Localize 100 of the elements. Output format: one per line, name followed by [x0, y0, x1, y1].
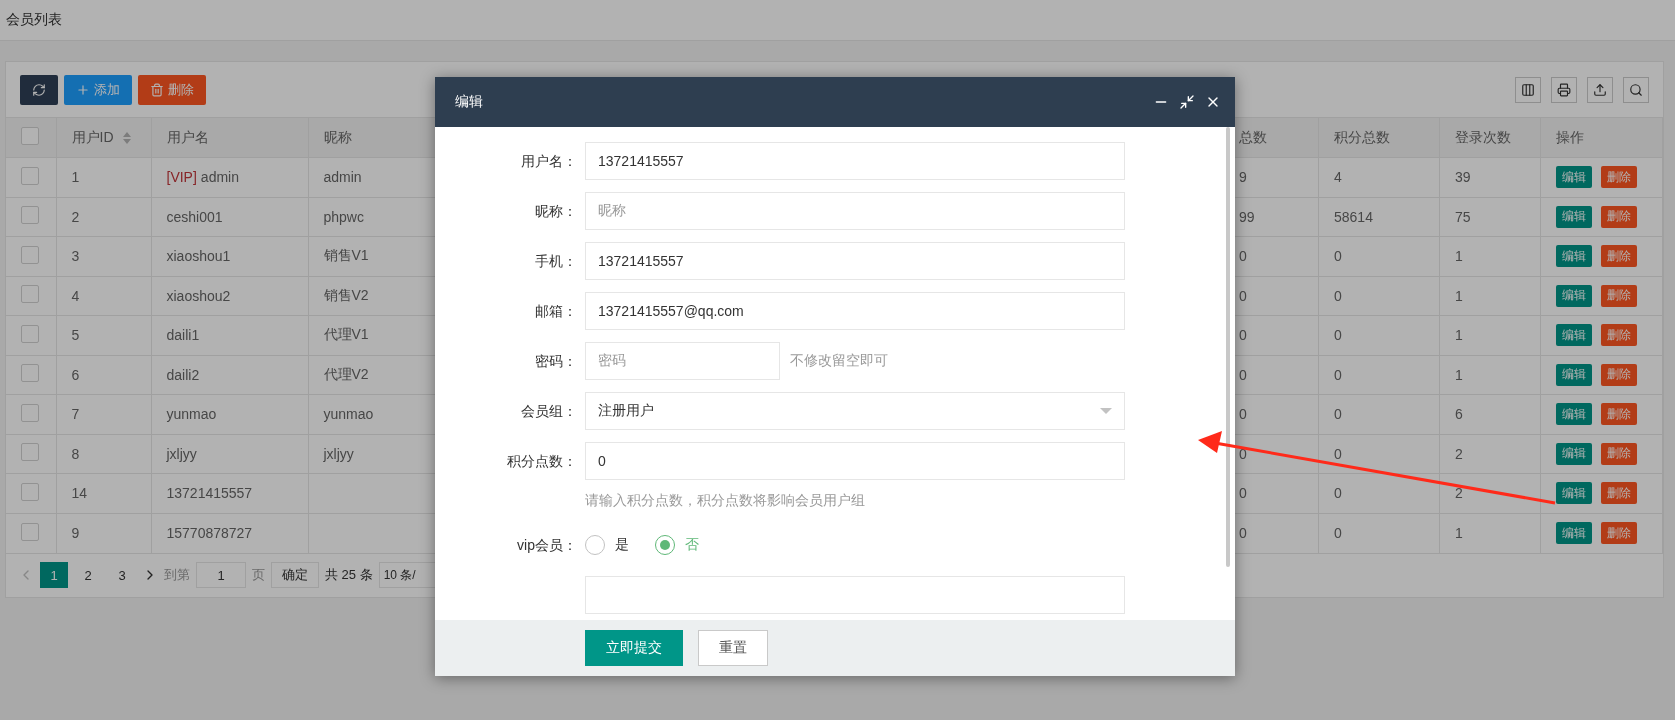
export-icon[interactable] [1587, 76, 1613, 103]
page-input[interactable]: 1 [196, 562, 246, 588]
checkbox[interactable] [21, 403, 39, 422]
delete-icon [150, 82, 164, 97]
edit-button[interactable]: 编辑 [1556, 245, 1592, 268]
table-cell: 9 [1239, 169, 1247, 186]
edit-button[interactable]: 编辑 [1556, 442, 1592, 465]
delete-button[interactable]: 删除 [1601, 205, 1637, 228]
table-cell: admin [323, 169, 362, 186]
edit-button[interactable]: 编辑 [1556, 522, 1592, 544]
table-cell: jxljyy [166, 445, 197, 462]
input-field[interactable]: 13721415557 [585, 142, 1125, 180]
page-button[interactable]: 1 [40, 562, 68, 588]
page-button[interactable]: 2 [74, 562, 102, 588]
refresh-button[interactable] [20, 74, 58, 105]
checkbox[interactable] [21, 285, 39, 304]
table-cell: 0 [1334, 406, 1342, 423]
table-cell: 0 [1334, 287, 1342, 304]
checkbox[interactable] [21, 324, 39, 343]
table-cell: 58614 [1334, 208, 1373, 225]
table-cell: yunmao [323, 406, 374, 423]
hint-text: 不修改留空即可 [790, 352, 888, 370]
table-cell: 0 [1239, 445, 1247, 462]
delete-button[interactable]: 删除 [1601, 482, 1637, 505]
field-label: 手机： [534, 252, 578, 271]
delete-button[interactable]: 删除 [1601, 522, 1637, 544]
edit-button[interactable]: 编辑 [1556, 363, 1592, 386]
table-cell: 1 [71, 169, 80, 186]
page-title: 会员列表 [6, 11, 62, 29]
table-cell: 14 [71, 485, 88, 502]
help-text: 请输入积分点数，积分点数将影响会员用户组 [585, 492, 866, 510]
page-button[interactable]: 3 [108, 562, 136, 588]
delete-button[interactable]: 删除 [1601, 284, 1637, 307]
checkbox[interactable] [21, 443, 39, 462]
edit-button[interactable]: 编辑 [1556, 324, 1592, 347]
edit-button[interactable]: 编辑 [1556, 482, 1592, 505]
input-field[interactable]: 昵称 [585, 192, 1125, 230]
field-label: 密码： [534, 352, 578, 371]
confirm-button[interactable]: 确定 [271, 562, 319, 588]
table-cell: 4 [1334, 169, 1342, 186]
reset-button[interactable]: 重置 [698, 630, 768, 666]
table-cell: 3 [71, 248, 80, 265]
goto-label: 到第 [164, 566, 190, 584]
table-cell: phpwc [323, 208, 364, 225]
delete-button[interactable]: 删除 [1601, 245, 1637, 268]
delete-button[interactable]: 删除 [1601, 403, 1637, 426]
delete-button[interactable]: 删除 [138, 74, 206, 105]
input-field[interactable]: 13721415557@qq.com [585, 292, 1125, 330]
table-cell: 0 [1239, 248, 1247, 265]
print-icon[interactable] [1551, 76, 1577, 103]
total-count: 共 25 条 [325, 566, 373, 584]
table-cell: 销售V1 [323, 247, 369, 264]
input-field[interactable] [585, 576, 1125, 614]
table-cell: 0 [1239, 287, 1247, 304]
table-cell: 2 [1455, 485, 1463, 502]
add-button[interactable]: 添加 [64, 74, 132, 105]
delete-button[interactable]: 删除 [1601, 442, 1637, 465]
field-label: vip会员： [516, 536, 578, 555]
submit-button[interactable]: 立即提交 [585, 630, 683, 666]
delete-button[interactable]: 删除 [1601, 324, 1637, 347]
delete-button[interactable]: 删除 [1601, 166, 1637, 189]
table-cell: daili2 [166, 366, 200, 383]
input-field[interactable]: 0 [585, 442, 1125, 480]
scrollbar[interactable] [1226, 127, 1230, 567]
dialog-title: 编辑 [455, 93, 483, 111]
column-header: 昵称 [323, 128, 352, 145]
delete-button[interactable]: 删除 [1601, 363, 1637, 386]
table-cell: 0 [1239, 485, 1247, 502]
checkbox[interactable] [21, 166, 39, 185]
checkbox[interactable] [21, 245, 39, 264]
table-cell: 0 [1334, 366, 1342, 383]
checkbox[interactable] [21, 206, 39, 225]
input-field[interactable]: 密码 [585, 342, 780, 380]
column-header: 登录次数 [1455, 128, 1511, 145]
edit-button[interactable]: 编辑 [1556, 205, 1592, 228]
input-field[interactable]: 13721415557 [585, 242, 1125, 280]
table-cell: 0 [1239, 406, 1247, 423]
table-cell: 2 [71, 208, 80, 225]
table-cell: 99 [1239, 208, 1255, 225]
restore-icon[interactable] [1179, 94, 1195, 110]
table-cell: 13721415557 [166, 485, 253, 502]
field-label: 会员组： [520, 402, 578, 421]
columns-icon[interactable] [1515, 76, 1541, 103]
table-cell: 1 [1455, 287, 1463, 304]
select-field[interactable]: 注册用户 [585, 392, 1125, 430]
edit-button[interactable]: 编辑 [1556, 284, 1592, 307]
search-icon[interactable] [1623, 76, 1649, 103]
radio-option[interactable]: 是 [585, 535, 629, 555]
table-cell: 9 [71, 525, 80, 541]
table-cell: 1 [1455, 525, 1463, 541]
edit-button[interactable]: 编辑 [1556, 403, 1592, 426]
checkbox[interactable] [21, 364, 39, 383]
column-header: 用户名 [166, 128, 209, 145]
sort-icon[interactable] [121, 130, 132, 145]
checkbox[interactable] [21, 482, 39, 501]
checkbox[interactable] [21, 522, 39, 541]
table-cell: 4 [71, 287, 80, 304]
edit-button[interactable]: 编辑 [1556, 166, 1592, 189]
checkbox[interactable] [21, 127, 39, 145]
radio-option[interactable]: 否 [655, 535, 699, 555]
